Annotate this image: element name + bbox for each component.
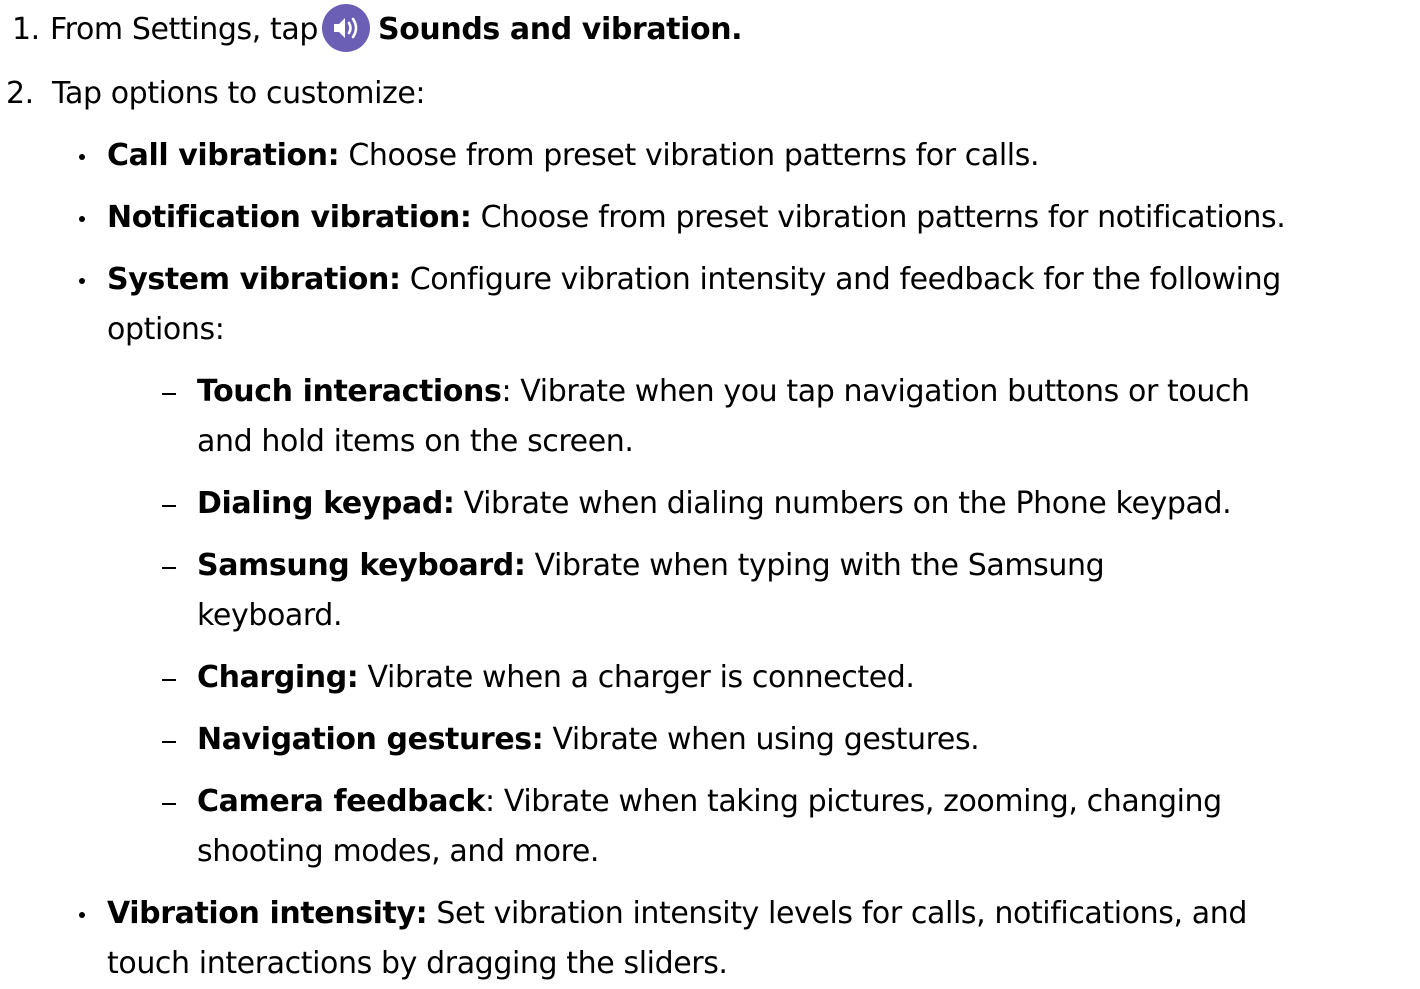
- item-title: System vibration:: [107, 262, 401, 297]
- sub-item-desc: Vibrate when taking pictures, zooming, c…: [503, 784, 1222, 819]
- sub-item-sep: :: [485, 784, 495, 819]
- step-number-1: 1.: [12, 12, 40, 47]
- step-number-2: 2.: [6, 76, 34, 111]
- sub-item-desc: Vibrate when using gestures.: [552, 722, 980, 757]
- sub-item-desc-continued: keyboard.: [197, 598, 343, 633]
- sub-item-desc: Vibrate when a charger is connected.: [367, 660, 915, 695]
- sub-item-title: Touch interactions: [197, 374, 502, 409]
- sub-item-samsung-keyboard: Samsung keyboard: Vibrate when typing wi…: [197, 541, 1105, 591]
- dash-marker: [162, 393, 176, 395]
- dash-marker: [162, 803, 176, 805]
- item-desc: Configure vibration intensity and feedba…: [409, 262, 1282, 297]
- sub-item-sep: :: [501, 374, 512, 409]
- item-desc: Choose from preset vibration patterns fo…: [480, 200, 1286, 235]
- sub-item-title: Charging:: [197, 660, 359, 695]
- dash-marker: [162, 679, 176, 681]
- step-1-text: From Settings, tap Sounds and vibration.: [50, 3, 743, 55]
- sub-item-navigation-gestures: Navigation gestures: Vibrate when using …: [197, 715, 980, 765]
- step-2-text: Tap options to customize:: [52, 76, 426, 111]
- dash-marker: [162, 567, 176, 569]
- list-item-call-vibration: Call vibration: Choose from preset vibra…: [107, 131, 1040, 181]
- bullet-dot: [79, 154, 85, 160]
- sub-item-camera-feedback: Camera feedback: Vibrate when taking pic…: [197, 777, 1222, 827]
- sub-item-dialing-keypad: Dialing keypad: Vibrate when dialing num…: [197, 479, 1232, 529]
- sub-item-title: Dialing keypad:: [197, 486, 455, 521]
- speaker-icon: [321, 3, 370, 52]
- dash-marker: [162, 505, 176, 507]
- sub-item-desc: Vibrate when typing with the Samsung: [534, 548, 1105, 583]
- sub-item-title: Samsung keyboard:: [197, 548, 526, 583]
- item-desc: Set vibration intensity levels for calls…: [436, 896, 1248, 931]
- sub-item-desc-continued: and hold items on the screen.: [197, 424, 634, 459]
- sub-item-touch-interactions: Touch interactions: Vibrate when you tap…: [197, 367, 1250, 417]
- sub-item-desc-continued: shooting modes, and more.: [197, 834, 600, 869]
- sub-item-desc: Vibrate when you tap navigation buttons …: [520, 374, 1250, 409]
- sub-item-title: Navigation gestures:: [197, 722, 544, 757]
- sounds-and-vibration-label: Sounds and vibration.: [377, 12, 743, 47]
- item-title: Notification vibration:: [107, 200, 472, 235]
- sub-item-title: Camera feedback: [197, 784, 486, 819]
- list-item-vibration-intensity: Vibration intensity: Set vibration inten…: [107, 889, 1247, 939]
- sub-item-charging: Charging: Vibrate when a charger is conn…: [197, 653, 915, 703]
- item-desc: Choose from preset vibration patterns fo…: [348, 138, 1040, 173]
- item-title: Vibration intensity:: [107, 896, 428, 931]
- bullet-dot: [79, 278, 85, 284]
- step-1-prefix: From Settings, tap: [50, 12, 318, 47]
- dash-marker: [162, 741, 176, 743]
- bullet-dot: [79, 216, 85, 222]
- list-item-system-vibration: System vibration: Configure vibration in…: [107, 255, 1281, 305]
- sub-item-desc: Vibrate when dialing numbers on the Phon…: [463, 486, 1232, 521]
- bullet-dot: [79, 912, 85, 918]
- item-title: Call vibration:: [107, 138, 340, 173]
- list-item-notification-vibration: Notification vibration: Choose from pres…: [107, 193, 1286, 243]
- item-desc-continued: options:: [107, 312, 225, 347]
